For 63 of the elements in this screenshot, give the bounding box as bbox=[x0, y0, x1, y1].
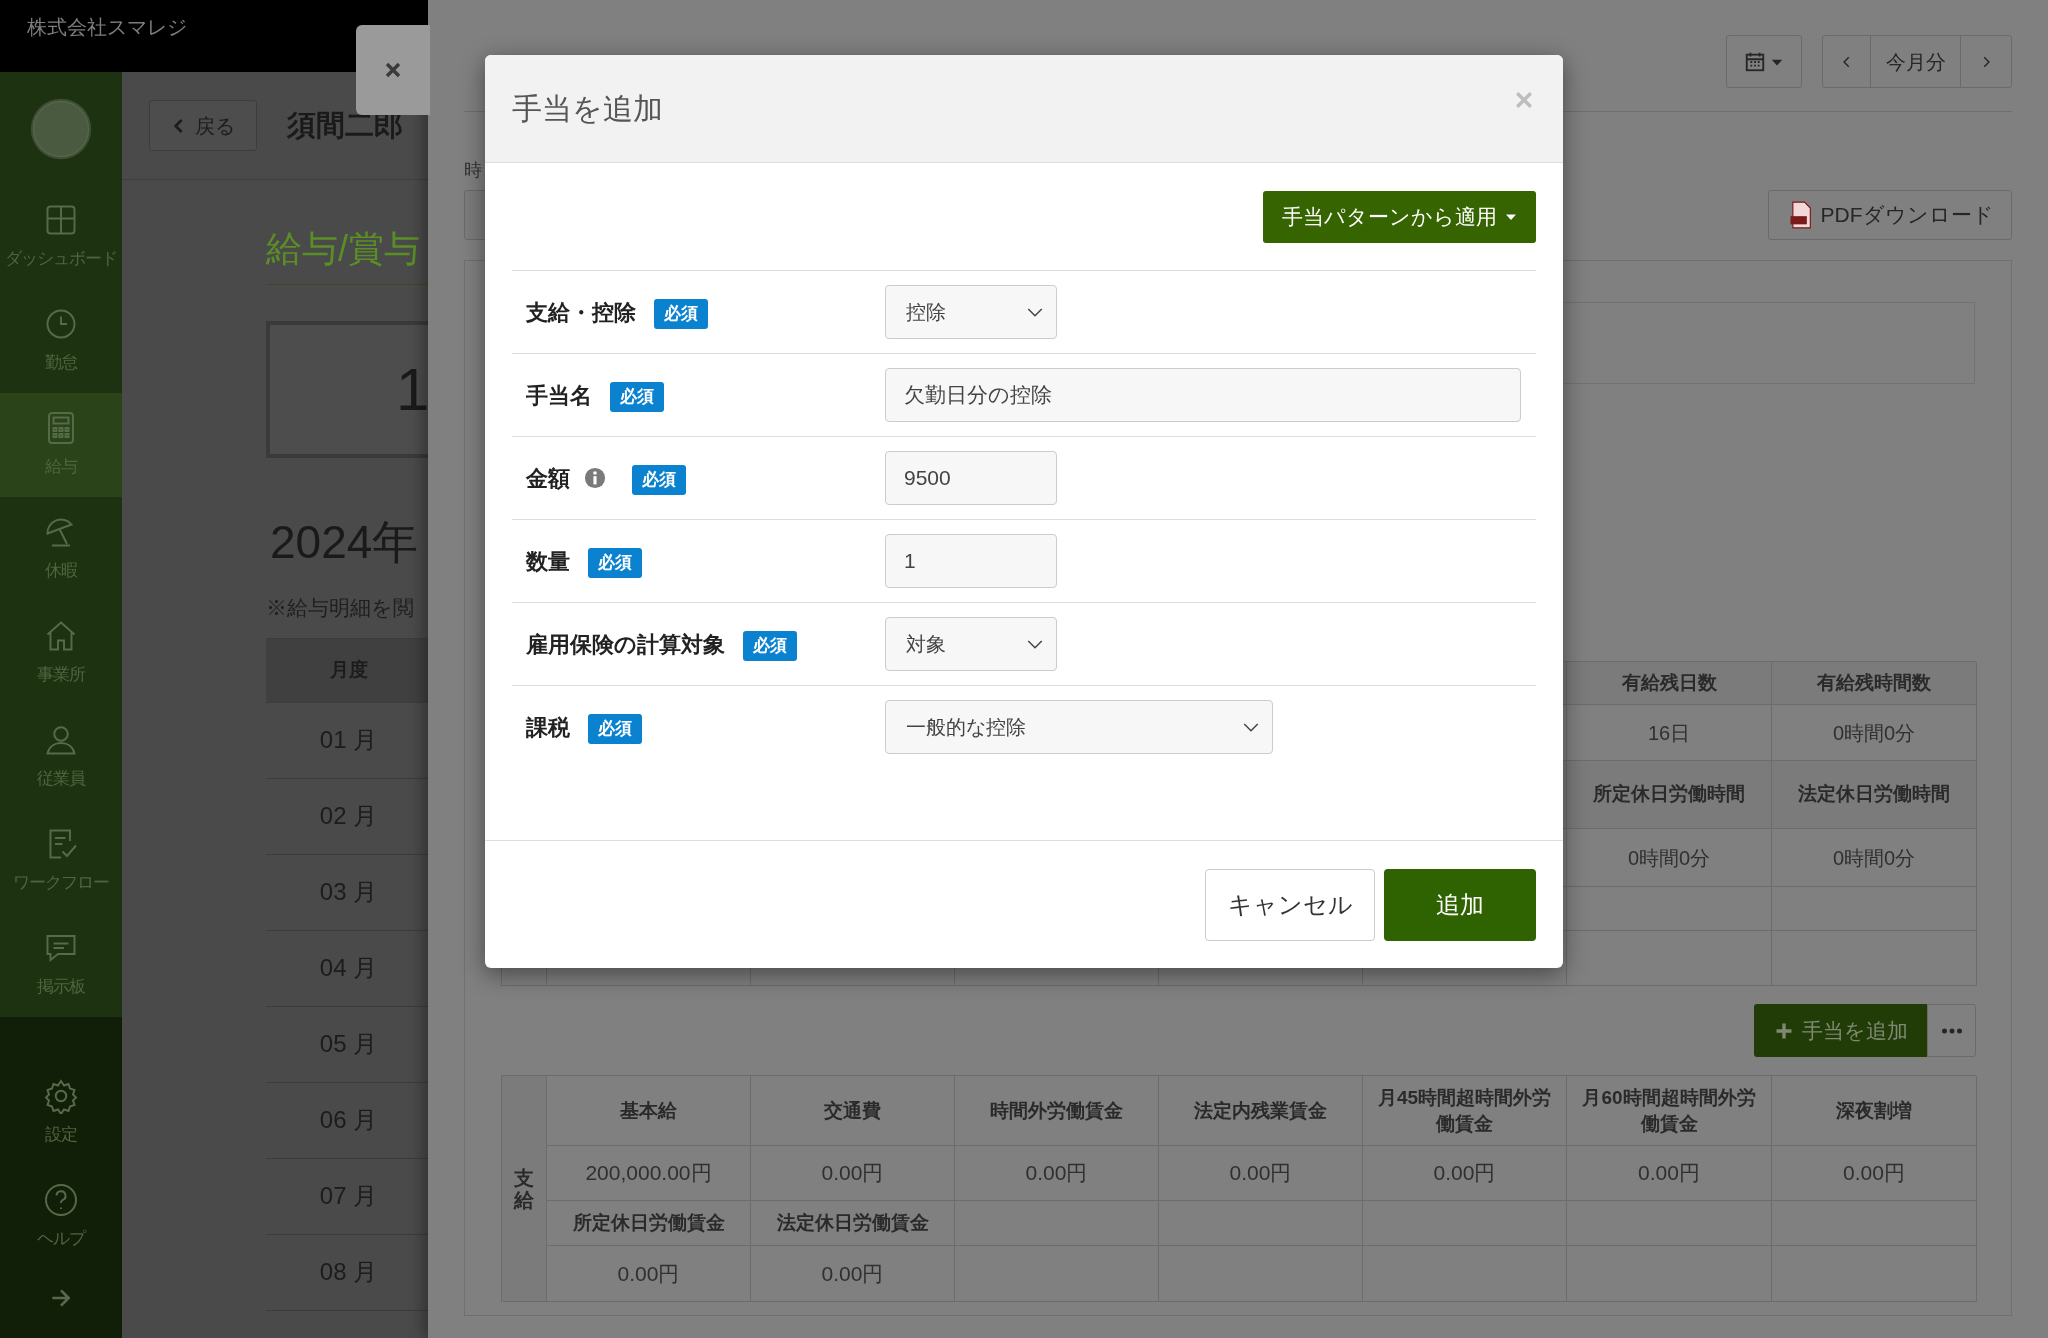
field-label: 金額 bbox=[526, 464, 570, 493]
info-icon bbox=[584, 467, 606, 489]
submit-button[interactable]: 追加 bbox=[1384, 868, 1536, 941]
column-header: 所定休日労働時間 bbox=[1567, 761, 1772, 829]
column-header: 交通費 bbox=[751, 1076, 955, 1146]
field-label: 時 bbox=[464, 159, 483, 182]
dropdown[interactable]: 控除 bbox=[885, 285, 1057, 339]
input-field[interactable]: 欠勤日分の控除 bbox=[885, 368, 1521, 422]
cancel-button[interactable]: キャンセル bbox=[1205, 868, 1375, 941]
column-header: 有給残日数 bbox=[1567, 662, 1772, 705]
required-badge: 必須 bbox=[588, 548, 642, 578]
column-header: 深夜割増 bbox=[1772, 1076, 1977, 1146]
dropdown[interactable]: 一般的な控除 bbox=[885, 700, 1273, 754]
close-button[interactable] bbox=[356, 25, 430, 115]
row-group-label: 支給 bbox=[514, 1166, 534, 1211]
table-cell: 0.00円 bbox=[547, 1246, 751, 1302]
field-label: 数量 bbox=[526, 547, 570, 576]
dialog-title: 手当を追加 bbox=[512, 91, 663, 127]
required-badge: 必須 bbox=[654, 299, 708, 329]
table-cell: 200,000.00円 bbox=[547, 1146, 751, 1201]
table-cell: 0.00円 bbox=[1159, 1146, 1363, 1201]
field-label: 支給・控除 bbox=[526, 298, 636, 327]
table-cell: 0.00円 bbox=[1363, 1146, 1567, 1201]
close-icon bbox=[384, 61, 402, 79]
calendar-button[interactable] bbox=[1726, 35, 1802, 88]
settings-icon bbox=[43, 1078, 79, 1115]
table-cell: 0時間0分 bbox=[1772, 829, 1977, 887]
input-field[interactable]: 1 bbox=[885, 534, 1057, 588]
column-header: 時間外労働賃金 bbox=[955, 1076, 1159, 1146]
field-label: 課税 bbox=[526, 713, 570, 742]
apply-pattern-button[interactable]: 手当パターンから適用 bbox=[1263, 191, 1536, 243]
column-header: 月60時間超時間外労働賃金 bbox=[1567, 1076, 1772, 1146]
field-label: 雇用保険の計算対象 bbox=[526, 630, 725, 659]
field-label: 手当名 bbox=[526, 381, 592, 410]
table-cell: 0.00円 bbox=[751, 1146, 955, 1201]
more-icon bbox=[1941, 1027, 1962, 1034]
column-header: 基本給 bbox=[547, 1076, 751, 1146]
table-cell: 0.00円 bbox=[751, 1246, 955, 1302]
sidebar-item[interactable]: 設定 bbox=[0, 1061, 122, 1165]
column-header: 所定休日労働賃金 bbox=[547, 1201, 751, 1246]
help-icon bbox=[43, 1182, 79, 1219]
dropdown[interactable]: 対象 bbox=[885, 617, 1057, 671]
input-field[interactable]: 9500 bbox=[885, 451, 1057, 505]
table-cell: 0.00円 bbox=[955, 1146, 1159, 1201]
column-header: 法定休日労働時間 bbox=[1772, 761, 1977, 829]
add-allowance-button[interactable]: 手当を追加 bbox=[1754, 1004, 1927, 1057]
more-button[interactable] bbox=[1927, 1004, 1976, 1057]
table-cell: 0.00円 bbox=[1772, 1146, 1977, 1201]
column-header: 法定休日労働賃金 bbox=[751, 1201, 955, 1246]
table-cell: 0時間0分 bbox=[1567, 829, 1772, 887]
sidebar-item[interactable]: ヘルプ bbox=[0, 1165, 122, 1269]
table-cell: 0.00円 bbox=[1567, 1146, 1772, 1201]
close-icon bbox=[1515, 90, 1533, 109]
company-name: 株式会社スマレジ bbox=[27, 15, 187, 40]
column-header: 法定内残業賃金 bbox=[1159, 1076, 1363, 1146]
required-badge: 必須 bbox=[743, 631, 797, 661]
required-badge: 必須 bbox=[588, 714, 642, 744]
calendar-icon bbox=[1744, 50, 1766, 73]
required-badge: 必須 bbox=[610, 382, 664, 412]
column-header: 月45時間超時間外労働賃金 bbox=[1363, 1076, 1567, 1146]
pdf-download-button[interactable]: PDFダウンロード bbox=[1768, 190, 2012, 240]
required-badge: 必須 bbox=[632, 465, 686, 495]
column-header: 有給残時間数 bbox=[1772, 662, 1977, 705]
